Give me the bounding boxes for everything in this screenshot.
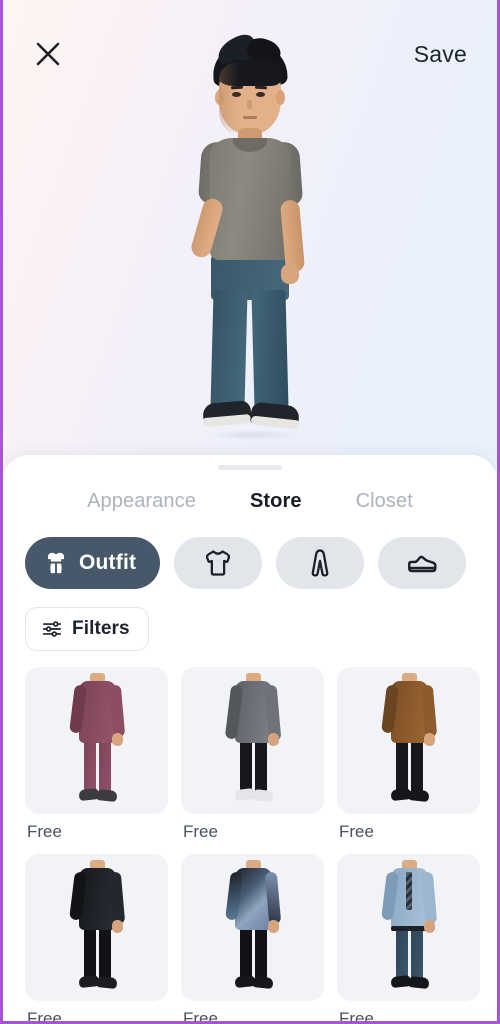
sheet-drag-handle[interactable] <box>218 465 282 470</box>
product-card[interactable]: Free <box>25 854 168 1021</box>
tab-appearance[interactable]: Appearance <box>85 486 198 517</box>
category-pill-pants[interactable] <box>276 537 365 589</box>
header-bar: Save <box>3 0 497 108</box>
product-card[interactable]: Free <box>25 667 168 842</box>
product-price: Free <box>339 822 374 841</box>
tab-closet[interactable]: Closet <box>354 486 415 517</box>
product-price: Free <box>339 1009 374 1021</box>
bottom-sheet: Appearance Store Closet Outfit Filters F… <box>3 455 497 1021</box>
category-pill-outfit[interactable]: Outfit <box>25 537 161 589</box>
avatar-stage: Save <box>3 0 497 470</box>
product-thumbnail <box>181 667 324 814</box>
shoe-icon <box>408 555 437 573</box>
product-thumbnail <box>25 854 168 1001</box>
sliders-icon <box>42 621 62 637</box>
tab-store[interactable]: Store <box>248 486 304 517</box>
product-thumbnail <box>181 854 324 1001</box>
product-thumbnail <box>25 667 168 814</box>
category-pill-shoes[interactable] <box>378 537 467 589</box>
product-price: Free <box>183 1009 218 1021</box>
save-button[interactable]: Save <box>410 35 471 74</box>
product-card[interactable]: Free <box>181 854 324 1021</box>
product-grid: Free Free Free Free Free Free <box>3 651 497 1021</box>
category-pill-tshirt[interactable] <box>174 537 263 589</box>
close-button[interactable] <box>29 35 67 73</box>
product-card[interactable]: Free <box>337 854 480 1021</box>
product-card[interactable]: Free <box>181 667 324 842</box>
product-price: Free <box>27 1009 62 1021</box>
tshirt-icon <box>206 550 231 576</box>
filters-row: Filters <box>3 589 497 651</box>
close-icon <box>36 42 60 66</box>
product-price: Free <box>27 822 62 841</box>
filters-button[interactable]: Filters <box>25 607 149 651</box>
product-thumbnail <box>337 667 480 814</box>
tab-bar: Appearance Store Closet <box>3 486 497 517</box>
product-card[interactable]: Free <box>337 667 480 842</box>
product-price: Free <box>183 822 218 841</box>
category-pill-row: Outfit <box>3 517 497 589</box>
pants-icon <box>311 549 329 577</box>
product-thumbnail <box>337 854 480 1001</box>
filters-button-label: Filters <box>72 618 130 639</box>
outfit-icon <box>47 552 65 574</box>
category-pill-outfit-label: Outfit <box>79 551 137 574</box>
